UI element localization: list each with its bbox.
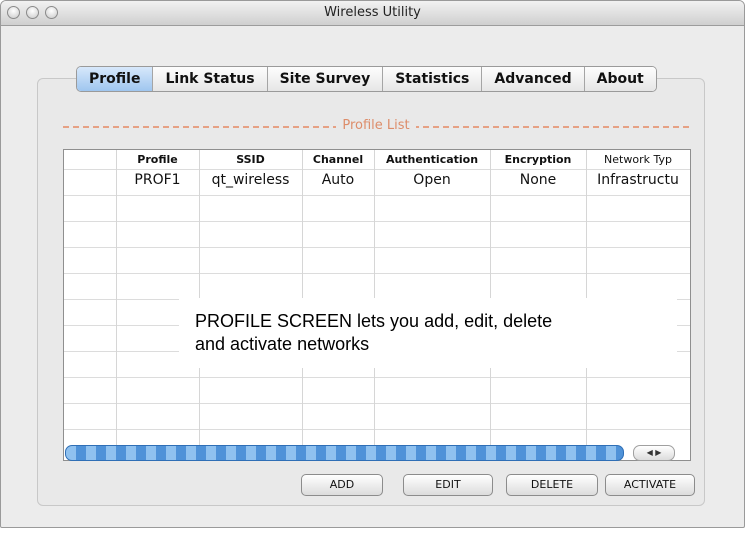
cell-encryption[interactable]: None xyxy=(490,172,586,188)
title-bar: Wireless Utility xyxy=(1,1,744,26)
add-button[interactable]: ADD xyxy=(301,474,383,496)
col-line xyxy=(116,150,117,460)
row-line xyxy=(64,273,690,274)
row-line xyxy=(64,195,690,196)
column-header-ssid[interactable]: SSID xyxy=(199,153,302,166)
window-title: Wireless Utility xyxy=(324,5,421,20)
cell-profile[interactable]: PROF1 xyxy=(116,172,199,188)
wireless-utility-window: Wireless Utility Profile Link Status Sit… xyxy=(0,0,745,528)
column-header-channel[interactable]: Channel xyxy=(302,153,374,166)
row-line xyxy=(64,221,690,222)
activate-button[interactable]: ACTIVATE xyxy=(605,474,695,496)
annotation-line-1: PROFILE SCREEN lets you add, edit, delet… xyxy=(195,311,553,331)
row-line xyxy=(64,403,690,404)
delete-button[interactable]: DELETE xyxy=(506,474,598,496)
cell-ssid[interactable]: qt_wireless xyxy=(199,172,302,188)
cell-network-type[interactable]: Infrastructu xyxy=(586,172,690,188)
edit-button[interactable]: EDIT xyxy=(403,474,493,496)
row-line xyxy=(64,377,690,378)
column-header-network-type[interactable]: Network Typ xyxy=(586,153,690,166)
tab-about[interactable]: About xyxy=(584,67,656,91)
annotation-box: PROFILE SCREEN lets you add, edit, delet… xyxy=(179,298,677,368)
scroll-right-icon[interactable]: ▶ xyxy=(655,448,661,457)
profile-list-header: Profile List xyxy=(63,118,689,134)
cell-channel[interactable]: Auto xyxy=(302,172,374,188)
column-header-profile[interactable]: Profile xyxy=(116,153,199,166)
tab-advanced[interactable]: Advanced xyxy=(482,67,585,91)
section-title: Profile List xyxy=(336,118,416,133)
tab-profile[interactable]: Profile xyxy=(77,67,154,91)
column-header-authentication[interactable]: Authentication xyxy=(374,153,490,166)
row-line xyxy=(64,247,690,248)
header-divider xyxy=(64,169,690,170)
annotation-line-2: and activate networks xyxy=(195,334,370,354)
tab-site-survey[interactable]: Site Survey xyxy=(267,67,384,91)
scroll-left-icon[interactable]: ◀ xyxy=(647,448,653,457)
cell-authentication[interactable]: Open xyxy=(374,172,490,188)
scroll-arrow-buttons[interactable]: ◀ ▶ xyxy=(633,445,675,461)
tab-bar: Profile Link Status Site Survey Statisti… xyxy=(76,66,657,92)
row-line xyxy=(64,429,690,430)
horizontal-scrollbar[interactable] xyxy=(65,445,624,461)
column-header-encryption[interactable]: Encryption xyxy=(490,153,586,166)
tab-link-status[interactable]: Link Status xyxy=(153,67,268,91)
tab-statistics[interactable]: Statistics xyxy=(383,67,483,91)
